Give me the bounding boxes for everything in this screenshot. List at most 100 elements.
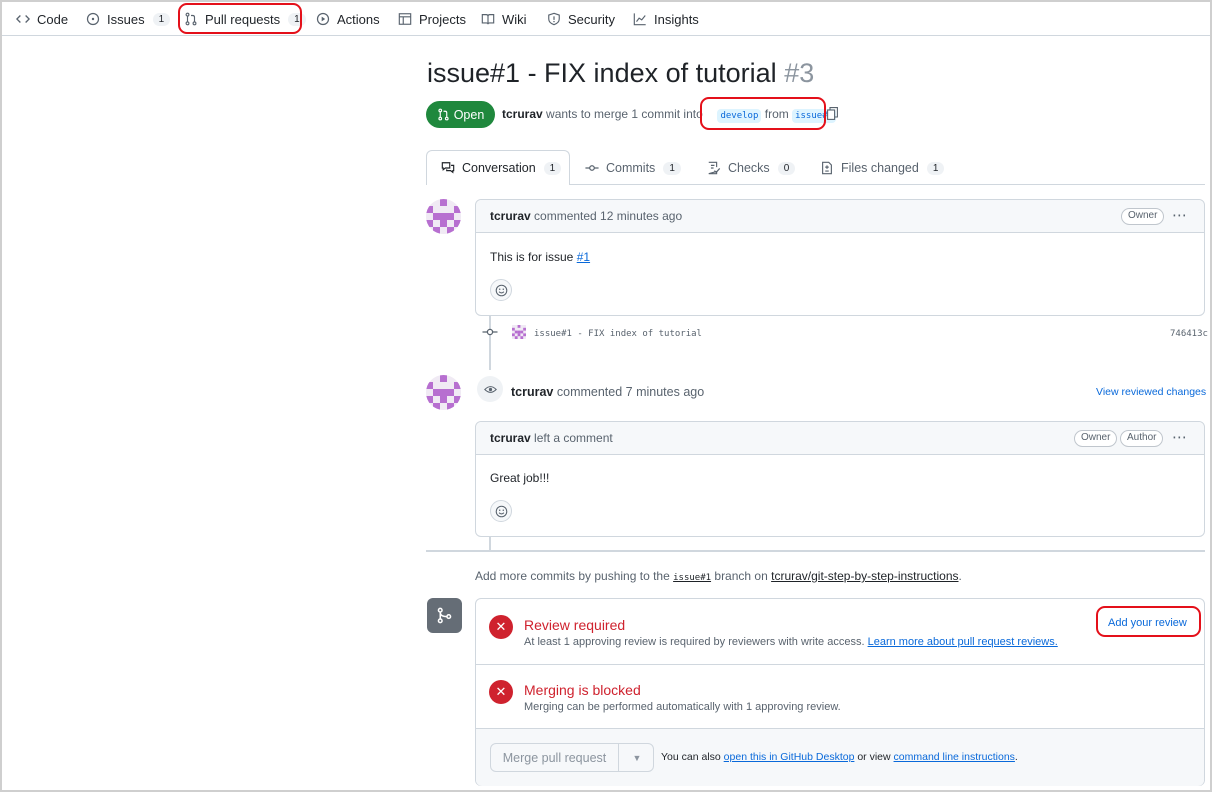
- file-diff-icon: [822, 161, 832, 175]
- push-middle: branch on: [714, 569, 768, 583]
- add-reaction-button[interactable]: [490, 279, 512, 301]
- comment-author[interactable]: tcrurav: [490, 431, 531, 445]
- push-branch[interactable]: issue#1: [673, 573, 711, 583]
- git-commit-icon: [482, 328, 498, 336]
- play-icon: [316, 12, 330, 26]
- open-desktop-link[interactable]: open this in GitHub Desktop: [724, 751, 855, 763]
- review-event-badge: [477, 376, 503, 402]
- merging-blocked-desc: Merging can be performed automatically w…: [524, 701, 841, 713]
- nav-wiki[interactable]: Wiki: [481, 10, 527, 28]
- kebab-menu-icon[interactable]: ⋯: [1172, 428, 1188, 446]
- avatar[interactable]: [426, 199, 461, 234]
- push-suffix: .: [958, 569, 962, 583]
- graph-icon: [633, 13, 646, 26]
- commit-sha[interactable]: 746413c: [1170, 329, 1208, 339]
- pr-state-label: Open: [453, 107, 485, 122]
- smiley-icon: [495, 505, 507, 517]
- issue-link[interactable]: #1: [577, 250, 590, 264]
- comment-header: tcrurav commented 12 minutes ago Owner ⋯: [476, 200, 1204, 233]
- commit-message[interactable]: issue#1 - FIX index of tutorial: [534, 329, 702, 339]
- nav-projects[interactable]: Projects: [398, 10, 466, 28]
- nav-code[interactable]: Code: [16, 10, 68, 28]
- identicon: [426, 199, 461, 234]
- commit-author-avatar[interactable]: [512, 325, 526, 339]
- timeline-line: [489, 536, 491, 550]
- merging-blocked-title: Merging is blocked: [524, 682, 641, 698]
- issue-opened-icon: [86, 12, 100, 26]
- git-pull-request-icon: [438, 108, 449, 121]
- nav-security-label: Security: [568, 11, 615, 27]
- pr-title-text: issue#1 - FIX index of tutorial: [427, 58, 777, 88]
- kebab-menu-icon[interactable]: ⋯: [1172, 206, 1188, 224]
- merge-footer: Merge pull request ▼ You can also open t…: [476, 729, 1204, 786]
- comment-body: This is for issue #1: [490, 250, 590, 264]
- timeline-divider: [426, 550, 1205, 552]
- git-merge-icon: [437, 607, 452, 624]
- review-required-text: At least 1 approving review is required …: [524, 636, 865, 648]
- triangle-down-icon: ▼: [632, 752, 642, 763]
- checklist-icon: [708, 161, 721, 175]
- owner-label: Owner: [1074, 430, 1118, 447]
- comment-header: tcrurav left a comment Owner Author ⋯: [476, 422, 1204, 455]
- view-reviewed-changes-link[interactable]: View reviewed changes: [1096, 386, 1206, 398]
- pr-author[interactable]: tcrurav: [502, 107, 543, 121]
- pr-title: issue#1 - FIX index of tutorial #3: [427, 58, 814, 89]
- table-icon: [398, 13, 412, 25]
- tab-files-changed-label: Files changed: [841, 161, 919, 175]
- comment-action: commented 12 minutes ago: [534, 209, 683, 223]
- nav-actions[interactable]: Actions: [316, 10, 380, 28]
- review-required-title: Review required: [524, 617, 626, 633]
- repo-link[interactable]: tcrurav/git-step-by-step-instructions: [771, 569, 958, 583]
- git-commit-icon: [585, 165, 599, 171]
- owner-label: Owner: [1121, 208, 1165, 225]
- review-author[interactable]: tcrurav: [511, 385, 553, 399]
- tab-commits-label: Commits: [606, 161, 656, 175]
- nav-issues-label: Issues: [107, 11, 145, 27]
- review-comment-card: tcrurav left a comment Owner Author ⋯ Gr…: [475, 421, 1205, 537]
- learn-more-reviews-link[interactable]: Learn more about pull request reviews.: [868, 636, 1058, 648]
- comment-header-text: tcrurav left a comment: [490, 431, 613, 445]
- merge-pull-request-button[interactable]: Merge pull request: [491, 744, 619, 771]
- command-line-link[interactable]: command line instructions: [894, 751, 1015, 763]
- annotation-highlight-branches: [700, 97, 826, 130]
- x-circle-icon: ✕: [489, 615, 513, 639]
- code-icon: [16, 15, 30, 23]
- tab-checks[interactable]: Checks 0: [707, 161, 796, 175]
- pr-merge-text: wants to merge 1 commit into: [546, 107, 703, 121]
- annotation-highlight-pull-requests: [178, 3, 302, 34]
- tab-files-changed-count: 1: [926, 161, 945, 175]
- merge-options-dropdown[interactable]: ▼: [620, 744, 654, 771]
- foot-suffix: .: [1014, 751, 1018, 763]
- tab-conversation-count: 1: [543, 161, 562, 175]
- avatar[interactable]: [426, 375, 461, 410]
- nav-insights[interactable]: Insights: [633, 10, 699, 28]
- merge-button-group: Merge pull request ▼: [490, 743, 654, 772]
- copy-icon[interactable]: [827, 107, 838, 120]
- comment-card: tcrurav commented 12 minutes ago Owner ⋯…: [475, 199, 1205, 316]
- comment-action: left a comment: [534, 431, 613, 445]
- foot-middle: or view: [857, 751, 891, 763]
- tab-files-changed[interactable]: Files changed 1: [820, 161, 945, 175]
- merge-separator: [476, 664, 1204, 665]
- foot-prefix: You can also: [661, 751, 721, 763]
- push-prefix: Add more commits by pushing to the: [475, 569, 670, 583]
- tab-conversation-label: Conversation: [462, 161, 536, 175]
- eye-icon: [483, 385, 497, 393]
- timeline-line: [489, 316, 491, 370]
- nav-security[interactable]: Security: [547, 10, 615, 28]
- nav-issues[interactable]: Issues 1: [86, 10, 171, 28]
- nav-wiki-label: Wiki: [502, 11, 527, 27]
- nav-insights-label: Insights: [654, 11, 699, 27]
- push-hint: Add more commits by pushing to the issue…: [475, 569, 962, 583]
- smiley-icon: [495, 284, 507, 296]
- x-circle-icon: ✕: [489, 680, 513, 704]
- author-label: Author: [1120, 430, 1164, 447]
- tab-checks-label: Checks: [728, 161, 770, 175]
- tab-conversation[interactable]: Conversation 1: [441, 161, 562, 175]
- comment-body-text: This is for issue: [490, 250, 574, 264]
- tab-checks-count: 0: [777, 161, 796, 175]
- tab-commits[interactable]: Commits 1: [585, 161, 681, 175]
- comment-author[interactable]: tcrurav: [490, 209, 531, 223]
- review-event-text: tcrurav commented 7 minutes ago: [511, 385, 704, 399]
- add-reaction-button[interactable]: [490, 500, 512, 522]
